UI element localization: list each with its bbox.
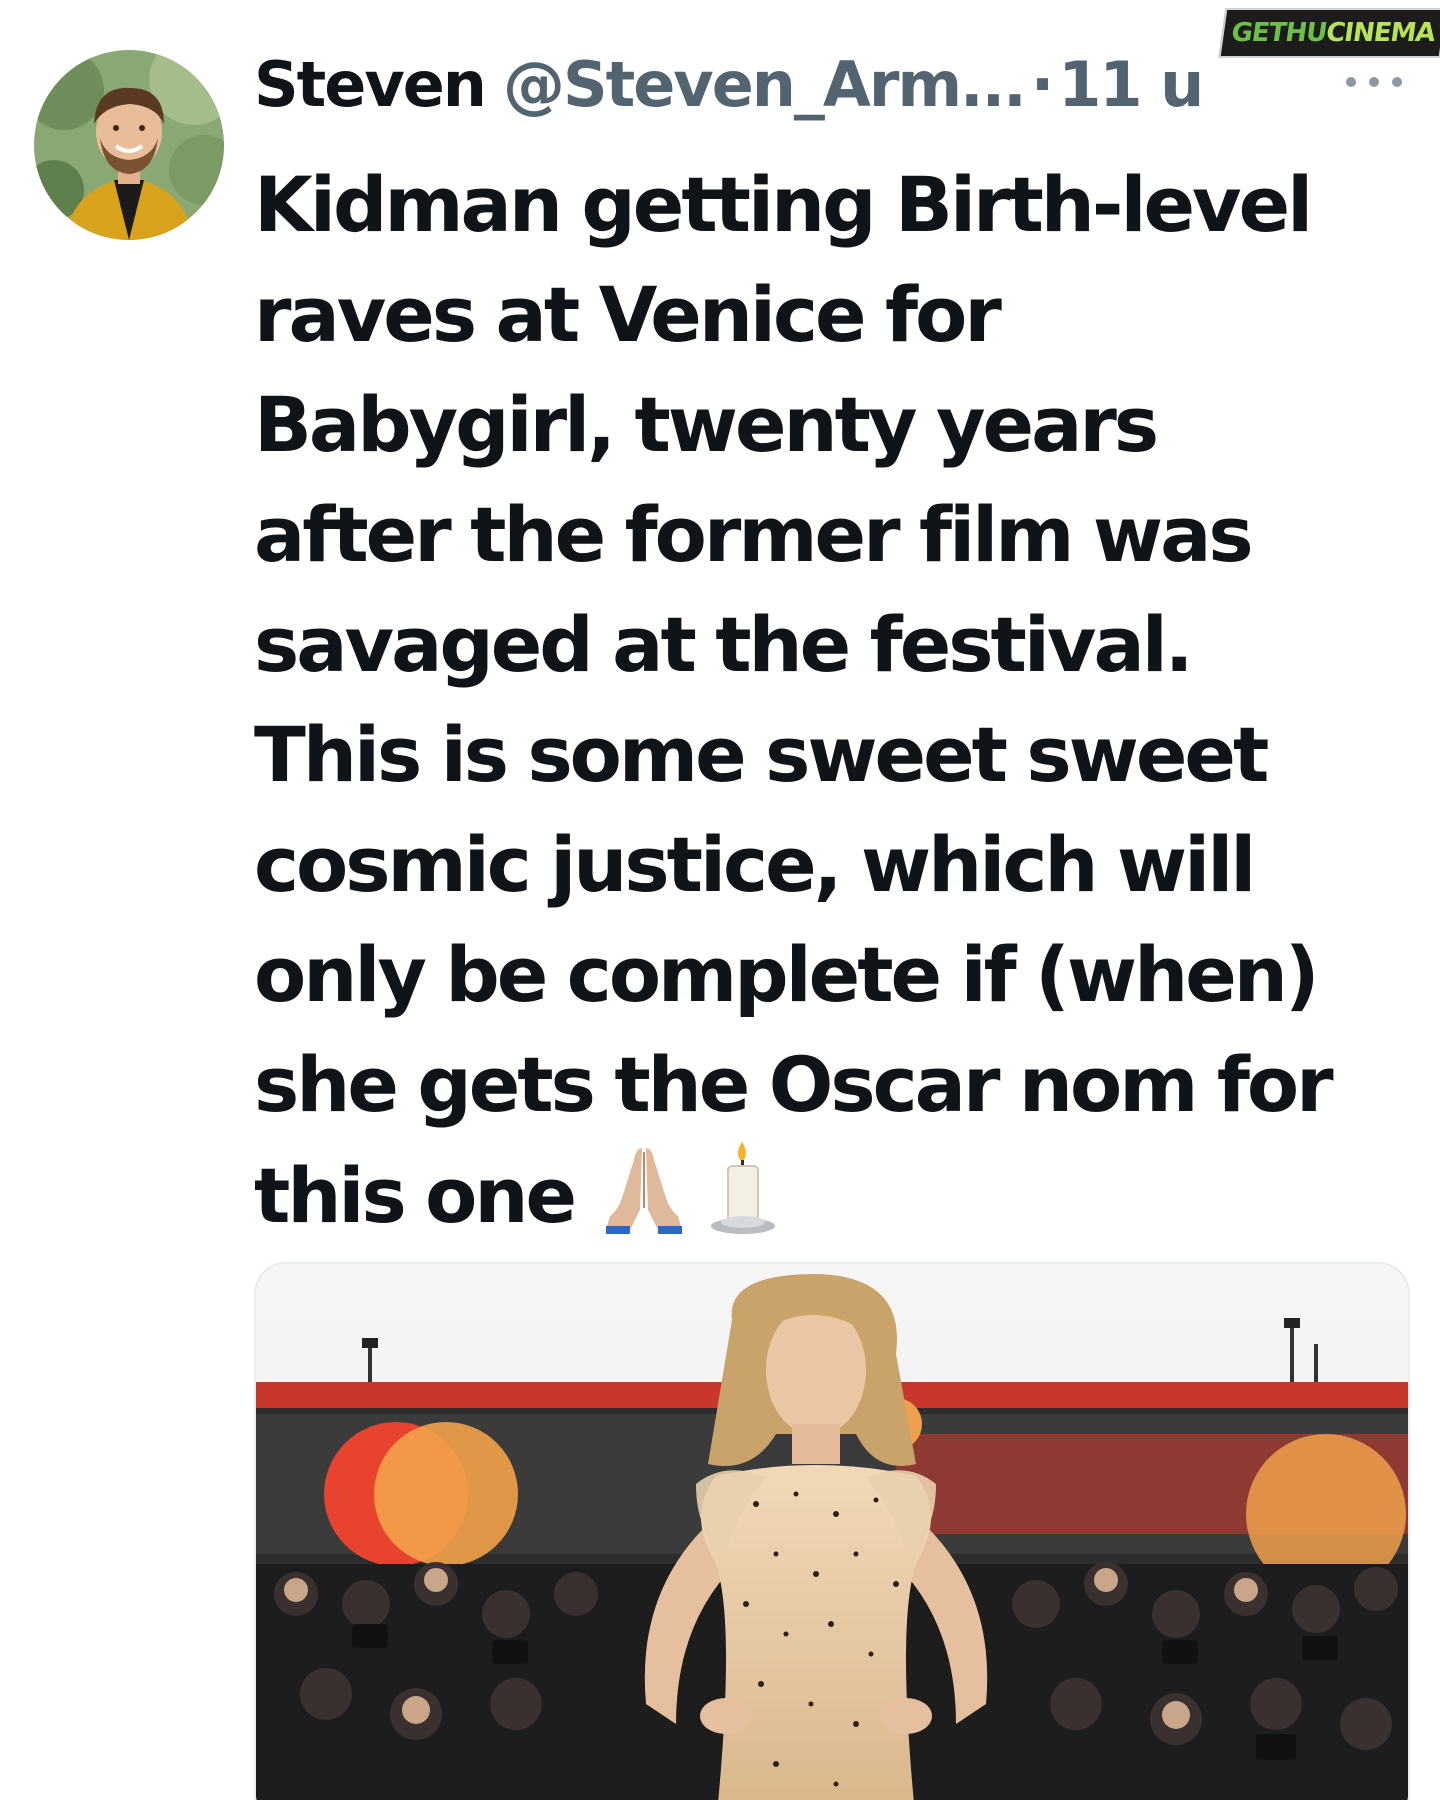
tweet-header: Steven @Steven_Arm... · 11 u	[254, 42, 1204, 128]
tweet-screenshot: Steven @Steven_Arm... · 11 u GETHU CINEMA…	[0, 0, 1440, 1800]
more-dot	[1346, 77, 1356, 87]
emoji-group	[596, 1140, 778, 1236]
tweet-text-line: This is some sweet sweet	[254, 710, 1269, 799]
tweet-text-line: she gets the Oscar nom for	[254, 1040, 1334, 1129]
watermark-text-a: GETHU	[1229, 18, 1329, 48]
more-dot	[1369, 77, 1379, 87]
candle-icon	[711, 1142, 776, 1234]
user-handle[interactable]: @Steven_Arm...	[503, 54, 1027, 116]
tweet-text-line: Kidman getting Birth-level	[254, 160, 1313, 249]
tweet-text-line: savaged at the festival.	[254, 600, 1194, 689]
tweet-text-line: after the former film was	[254, 490, 1254, 579]
tweet-text-line-last: this one	[254, 1140, 1434, 1251]
display-name[interactable]: Steven	[254, 54, 487, 116]
folded-hands-icon	[606, 1148, 683, 1234]
tweet-text-line: this one	[254, 1151, 577, 1240]
tweet-text-line: Babygirl, twenty years	[254, 380, 1159, 469]
timestamp[interactable]: 11 u	[1058, 54, 1204, 116]
tweet-text-line: only be complete if (when)	[254, 930, 1320, 1019]
watermark-logo: GETHU CINEMA	[1218, 8, 1440, 58]
separator-dot: ·	[1030, 48, 1055, 121]
tweet-text: Kidman getting Birth-level raves at Veni…	[254, 150, 1434, 1251]
more-horizontal-icon[interactable]	[1346, 70, 1402, 94]
avatar[interactable]	[34, 50, 224, 240]
more-dot	[1392, 77, 1402, 87]
avatar-image	[34, 50, 224, 240]
media-photo[interactable]	[254, 1262, 1410, 1800]
tweet-text-line: cosmic justice, which will	[254, 820, 1256, 909]
tweet-text-line: raves at Venice for	[254, 270, 1002, 359]
watermark-text-b: CINEMA	[1324, 18, 1437, 48]
red-carpet-photo	[256, 1264, 1408, 1800]
